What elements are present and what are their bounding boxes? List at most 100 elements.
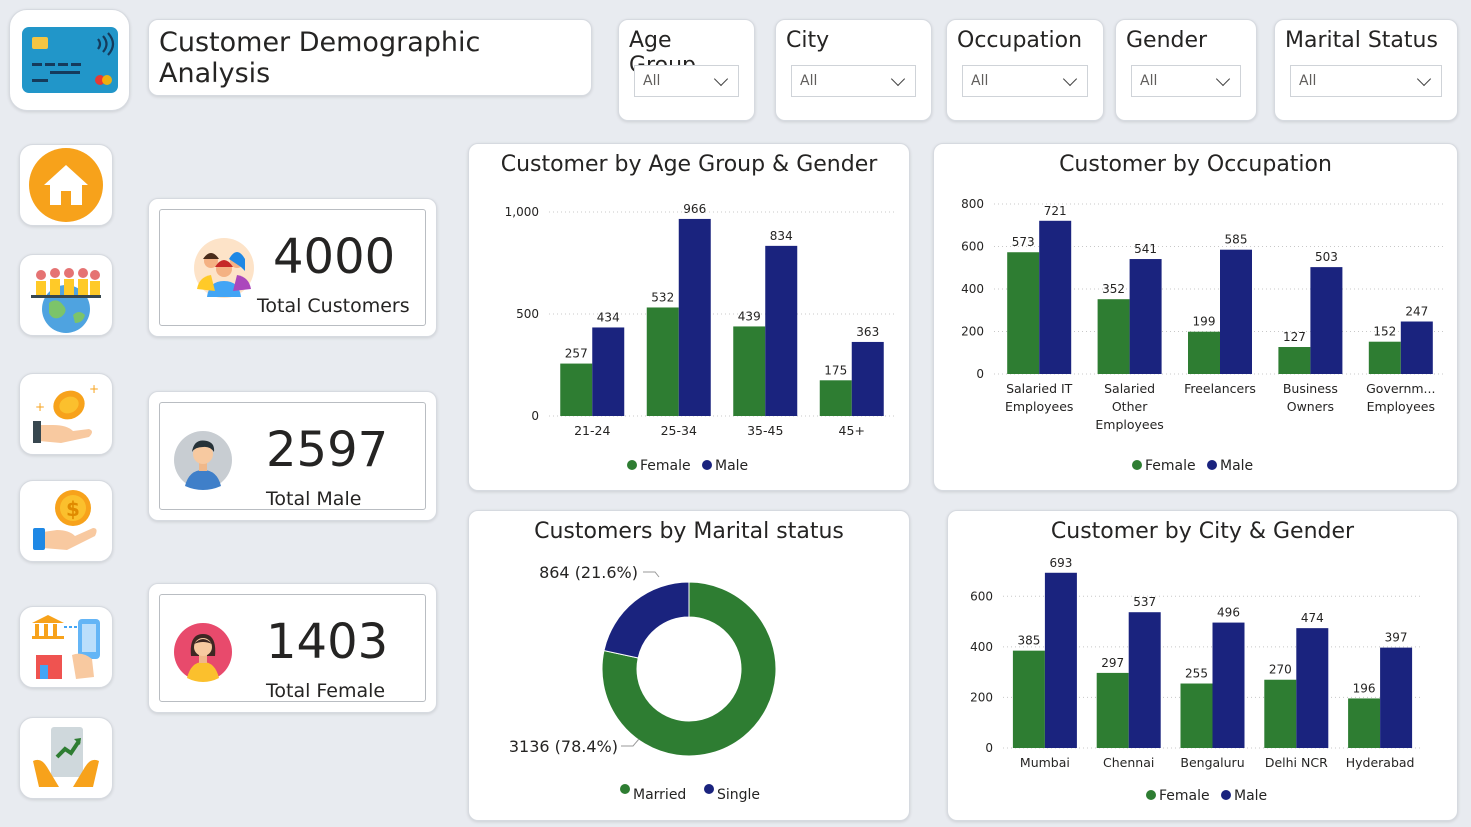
bar-female (1097, 299, 1130, 374)
x-tick-label: Delhi NCR (1265, 755, 1328, 770)
data-label: 270 (1269, 663, 1292, 677)
nav-growth-button[interactable] (19, 717, 113, 799)
bar-female (1012, 650, 1045, 748)
nav-income-button[interactable]: + + (19, 373, 113, 455)
legend-marker-female (627, 460, 637, 470)
chart-marital-status: Customers by Marital status 864 (21.6%) 3… (468, 510, 910, 821)
svg-text:+: + (35, 400, 45, 414)
x-tick-label: Bengaluru (1180, 755, 1244, 770)
bar-female (646, 307, 679, 416)
leader-line (643, 571, 660, 578)
chevron-down-icon (1215, 71, 1231, 86)
bar-female (1278, 347, 1311, 374)
y-tick-label: 400 (970, 640, 993, 654)
slice-single (603, 581, 690, 659)
chevron-down-icon (1062, 71, 1078, 86)
kpi-label: Total Male (266, 488, 362, 510)
data-label: 363 (856, 325, 879, 339)
x-tick-label: Employees (1095, 417, 1163, 432)
title-card: Customer Demographic Analysis (148, 19, 592, 96)
x-tick-label: Employees (1005, 399, 1073, 414)
nav-banking-button[interactable] (19, 606, 113, 688)
legend-marker-male (1221, 790, 1231, 800)
nav-spend-button[interactable]: $ (19, 480, 113, 562)
data-label: 573 (1012, 235, 1035, 249)
gender-dropdown[interactable]: All (1131, 65, 1241, 97)
dollar-hand-icon: $ (33, 490, 97, 550)
filter-city[interactable]: City All (775, 19, 932, 121)
bar-female (1348, 698, 1381, 748)
data-label: 152 (1373, 325, 1396, 339)
data-label: 474 (1301, 611, 1324, 625)
bar-male (851, 341, 884, 416)
data-label: 693 (1049, 556, 1072, 570)
bar-male (1400, 321, 1433, 374)
legend-marker-female (1132, 460, 1142, 470)
bar-male (1220, 249, 1252, 374)
coin-hand-icon: ++ (33, 382, 99, 443)
kpi-value: 4000 (273, 229, 396, 285)
x-tick-label: Mumbai (1020, 755, 1070, 770)
customers-group-icon (194, 238, 254, 298)
slice-label: 3136 (78.4%) (509, 737, 618, 756)
nav-demographics-button[interactable] (19, 254, 113, 336)
data-label: 352 (1102, 282, 1125, 296)
filter-age-group[interactable]: Age Group All (618, 19, 755, 121)
data-label: 385 (1017, 634, 1040, 648)
data-label: 257 (565, 347, 588, 361)
kpi-label: Total Customers (257, 295, 410, 317)
y-tick-label: 0 (531, 409, 539, 423)
nav-home-button[interactable] (19, 144, 113, 226)
chart-occupation: Customer by Occupation 0 200 400 600 800 573 7… (933, 143, 1458, 491)
chevron-down-icon (890, 71, 906, 86)
home-icon (29, 148, 103, 222)
data-label: 537 (1133, 595, 1156, 609)
data-label: 834 (770, 229, 793, 243)
legend-label: Married (633, 787, 686, 803)
legend-label: Single (717, 787, 760, 803)
data-label: 297 (1101, 656, 1124, 670)
x-tick-label: 25-34 (661, 423, 697, 438)
age-group-dropdown[interactable]: All (634, 65, 739, 97)
bar-female (1188, 331, 1220, 374)
bar-male (1296, 628, 1329, 748)
chart-occupation-svg: 0 200 400 600 800 573 721 Salaried IT Employees 3… (961, 197, 1446, 474)
chart-age-group-gender: Customer by Age Group & Gender 0 500 1,000… (468, 143, 910, 491)
legend-label: Female (1145, 458, 1196, 474)
y-tick-label: 1,000 (505, 205, 539, 219)
filter-label: Marital Status (1285, 28, 1438, 53)
city-dropdown[interactable]: All (791, 65, 916, 97)
dropdown-value: All (800, 73, 818, 89)
bar-female (1368, 341, 1401, 374)
kpi-total-customers: 4000 Total Customers (148, 198, 437, 337)
occupation-dropdown[interactable]: All (962, 65, 1088, 97)
x-tick-label: Freelancers (1184, 381, 1256, 396)
y-tick-label: 0 (985, 741, 993, 755)
data-label: 199 (1193, 315, 1216, 329)
y-tick-label: 500 (516, 307, 539, 321)
bar-female (733, 326, 766, 416)
chart-age-group-svg: 0 500 1,000 257 434 21-24 532 966 25-34 439 834 35-… (505, 202, 895, 474)
x-tick-label: 45+ (839, 423, 865, 438)
svg-text:+: + (89, 382, 99, 396)
filter-gender[interactable]: Gender All (1115, 19, 1257, 121)
x-tick-label: Employees (1367, 399, 1435, 414)
y-tick-label: 800 (961, 197, 984, 211)
legend-label: Male (1220, 458, 1253, 474)
data-label: 397 (1385, 631, 1408, 645)
x-tick-label: Business (1283, 381, 1338, 396)
x-tick-label: Hyderabad (1346, 755, 1415, 770)
bar-male (1310, 267, 1343, 374)
bar-male (1380, 647, 1413, 748)
y-tick-label: 200 (970, 690, 993, 704)
data-label: 439 (738, 309, 761, 323)
filter-occupation[interactable]: Occupation All (946, 19, 1104, 121)
kpi-value: 2597 (266, 422, 389, 478)
slice-label: 864 (21.6%) (539, 563, 638, 582)
filter-label: City (786, 28, 830, 53)
filter-marital-status[interactable]: Marital Status All (1274, 19, 1458, 121)
legend-marker-male (1207, 460, 1217, 470)
male-avatar-icon (174, 431, 232, 490)
y-tick-label: 0 (976, 367, 984, 381)
marital-status-dropdown[interactable]: All (1290, 65, 1442, 97)
